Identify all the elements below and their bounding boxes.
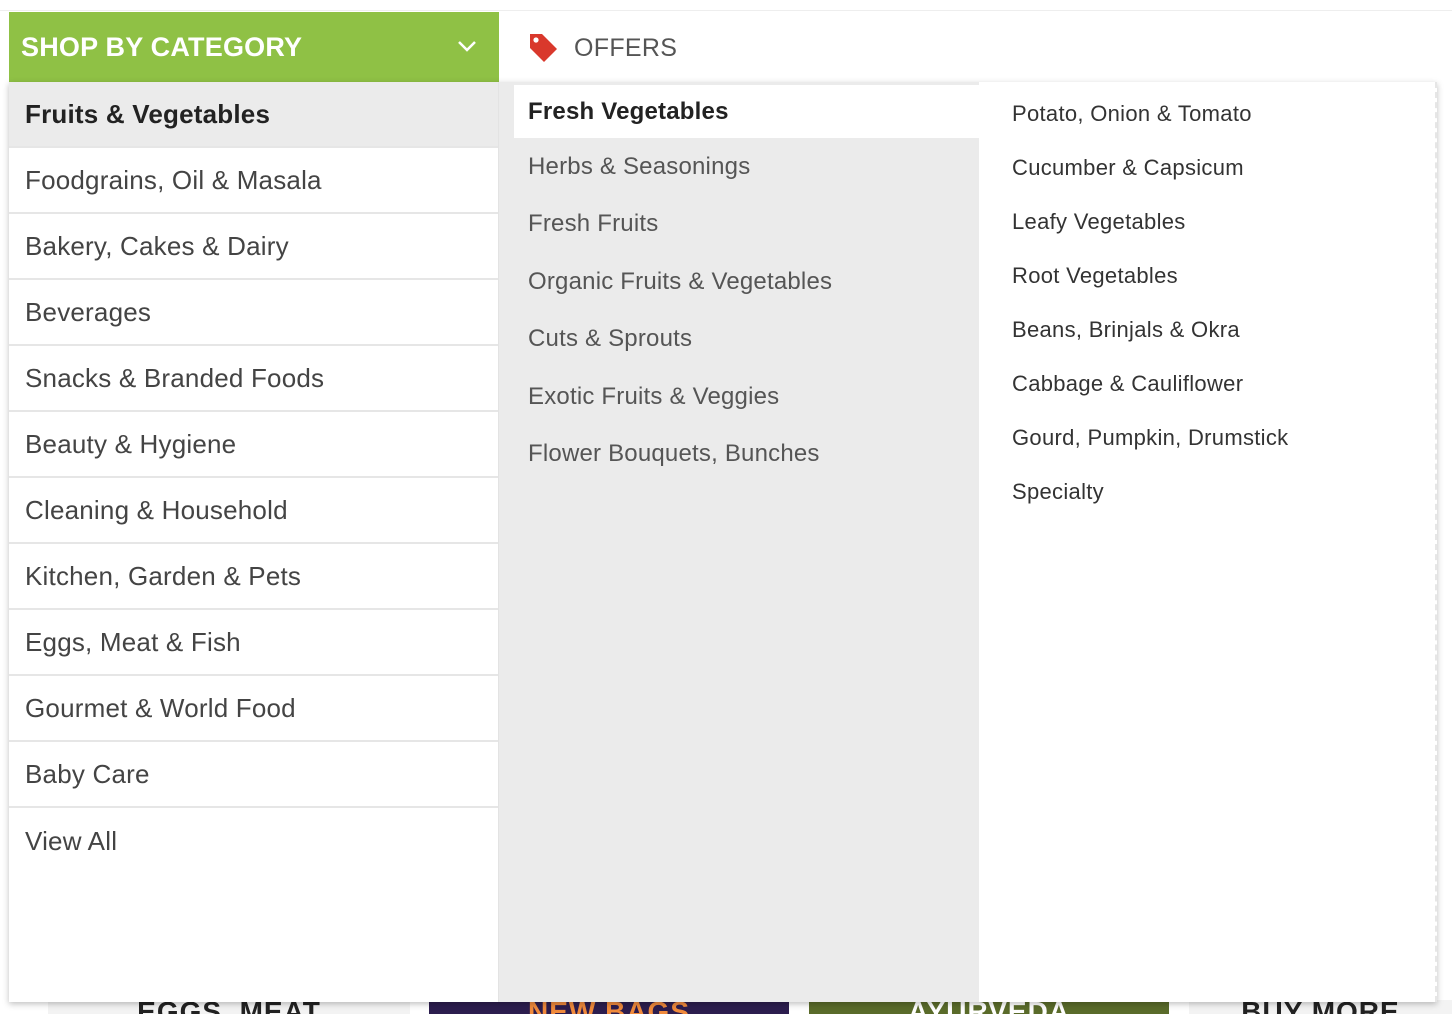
category-list: Fruits & Vegetables Foodgrains, Oil & Ma…: [9, 82, 499, 1002]
category-item-beverages[interactable]: Beverages: [9, 280, 498, 346]
banner-eggs-meat[interactable]: EGGS, MEAT: [48, 1000, 410, 1014]
subcategory-item-herbs[interactable]: Herbs & Seasonings: [499, 138, 979, 196]
offers-link[interactable]: OFFERS: [527, 28, 677, 68]
subcategory-item-exotic[interactable]: Exotic Fruits & Veggies: [499, 368, 979, 426]
item-cucumber-capsicum[interactable]: Cucumber & Capsicum: [979, 141, 1435, 195]
banner-buy-more[interactable]: BUY MORE: [1189, 1000, 1452, 1014]
subcategory-item-cuts-sprouts[interactable]: Cuts & Sprouts: [499, 311, 979, 369]
category-item-beauty[interactable]: Beauty & Hygiene: [9, 412, 498, 478]
category-item-kitchen[interactable]: Kitchen, Garden & Pets: [9, 544, 498, 610]
banner-text: NEW BAGS: [429, 1000, 789, 1014]
category-item-baby-care[interactable]: Baby Care: [9, 742, 498, 808]
category-mega-menu: Fruits & Vegetables Foodgrains, Oil & Ma…: [9, 82, 1437, 1002]
category-item-snacks[interactable]: Snacks & Branded Foods: [9, 346, 498, 412]
item-specialty[interactable]: Specialty: [979, 465, 1435, 519]
item-leafy-vegetables[interactable]: Leafy Vegetables: [979, 195, 1435, 249]
banner-text: EGGS, MEAT: [48, 1000, 410, 1014]
item-potato-onion-tomato[interactable]: Potato, Onion & Tomato: [979, 87, 1435, 141]
banner-text: AYURVEDA: [809, 1000, 1169, 1014]
banner-new-bags[interactable]: NEW BAGS: [429, 1000, 789, 1014]
item-root-vegetables[interactable]: Root Vegetables: [979, 249, 1435, 303]
shop-by-category-label: SHOP BY CATEGORY: [21, 31, 303, 62]
category-item-eggs-meat[interactable]: Eggs, Meat & Fish: [9, 610, 498, 676]
item-cabbage-cauliflower[interactable]: Cabbage & Cauliflower: [979, 357, 1435, 411]
subcategory-item-flowers[interactable]: Flower Bouquets, Bunches: [499, 426, 979, 484]
banner-ayurveda[interactable]: AYURVEDA: [809, 1000, 1169, 1014]
item-beans-brinjals-okra[interactable]: Beans, Brinjals & Okra: [979, 303, 1435, 357]
category-item-cleaning[interactable]: Cleaning & Household: [9, 478, 498, 544]
item-gourd-pumpkin[interactable]: Gourd, Pumpkin, Drumstick: [979, 411, 1435, 465]
chevron-down-icon: [458, 41, 476, 52]
subcategory-item-fresh-fruits[interactable]: Fresh Fruits: [499, 196, 979, 254]
category-item-bakery[interactable]: Bakery, Cakes & Dairy: [9, 214, 498, 280]
subcategory-list: Fresh Vegetables Herbs & Seasonings Fres…: [499, 82, 979, 1002]
offers-label: OFFERS: [574, 33, 678, 62]
price-tag-icon: [530, 34, 557, 62]
category-item-foodgrains[interactable]: Foodgrains, Oil & Masala: [9, 148, 498, 214]
category-item-fruits-vegetables[interactable]: Fruits & Vegetables: [9, 82, 498, 148]
banner-text: BUY MORE: [1189, 1000, 1452, 1014]
subcategory-item-fresh-vegetables[interactable]: Fresh Vegetables: [514, 85, 979, 138]
top-divider: [0, 10, 1452, 11]
subcategory-item-organic[interactable]: Organic Fruits & Vegetables: [499, 253, 979, 311]
item-list: Potato, Onion & Tomato Cucumber & Capsic…: [979, 82, 1437, 1002]
category-item-view-all[interactable]: View All: [9, 808, 498, 874]
shop-by-category-button[interactable]: SHOP BY CATEGORY: [9, 12, 499, 82]
category-item-gourmet[interactable]: Gourmet & World Food: [9, 676, 498, 742]
